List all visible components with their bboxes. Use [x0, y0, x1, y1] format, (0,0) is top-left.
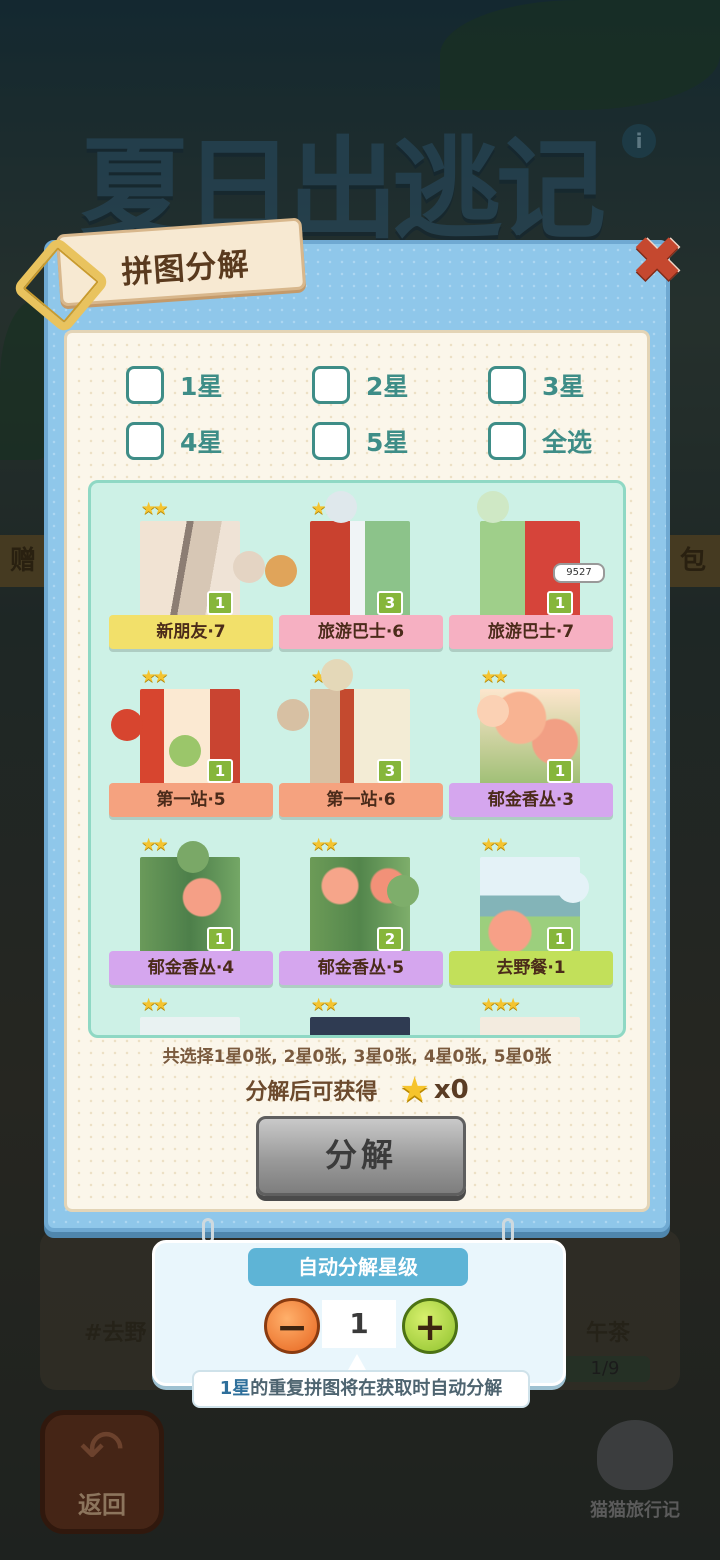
- star-rating-icon: ★★: [311, 995, 339, 1015]
- puzzle-piece[interactable]: ★★★: [433, 987, 603, 1035]
- piece-name-ribbon: 郁金香丛·3: [449, 783, 613, 817]
- cat-icon: [265, 555, 297, 587]
- puzzle-grid: ★★ 1 新朋友·7 ★★ 3 旅游巴士·6 ★★ 9527 1 旅游巴士·7 …: [88, 480, 626, 1038]
- puzzle-image: [140, 1017, 240, 1035]
- reward-label: 分解后可获得: [245, 1080, 378, 1105]
- auto-decompose-title: 自动分解星级: [248, 1248, 468, 1286]
- tooltip-arrow: [348, 1354, 366, 1370]
- filter-label: 5星: [366, 428, 409, 457]
- auto-decompose-hint: 1星的重复拼图将在获取时自动分解: [192, 1370, 530, 1408]
- puzzle-piece[interactable]: ★★: [93, 987, 263, 1035]
- filter-3-star[interactable]: 3星: [488, 366, 584, 404]
- count-badge: 1: [547, 759, 573, 783]
- count-badge: 2: [377, 927, 403, 951]
- star-icon: ★: [399, 1070, 430, 1110]
- count-badge: 1: [207, 591, 233, 615]
- hint-highlight: 1星: [219, 1378, 251, 1399]
- decompose-button[interactable]: 分解: [256, 1116, 466, 1196]
- filter-4-star[interactable]: 4星: [126, 422, 222, 460]
- filter-label: 3星: [542, 372, 585, 401]
- piece-name-ribbon: 郁金香丛·4: [109, 951, 273, 985]
- filter-select-all[interactable]: 全选: [488, 422, 592, 460]
- puzzle-image: [480, 1017, 580, 1035]
- star-rating-icon: ★★: [481, 835, 509, 855]
- puzzle-piece[interactable]: ★★ 1 第一站·5: [93, 659, 273, 819]
- count-badge: 1: [207, 759, 233, 783]
- puzzle-piece[interactable]: ★★ 3 旅游巴士·6: [263, 491, 443, 651]
- puzzle-piece[interactable]: ★★: [263, 987, 433, 1035]
- piece-name-ribbon: 旅游巴士·6: [279, 615, 443, 649]
- count-badge: 1: [207, 927, 233, 951]
- filter-label: 4星: [180, 428, 223, 457]
- reward-row: 分解后可获得 ★ x0: [64, 1070, 650, 1110]
- piece-name-ribbon: 第一站·5: [109, 783, 273, 817]
- filter-label: 2星: [366, 372, 409, 401]
- puzzle-piece[interactable]: ★★ 1 去野餐·1: [433, 827, 613, 987]
- star-rating-icon: ★★: [141, 499, 169, 519]
- filter-label: 1星: [180, 372, 223, 401]
- star-rating-icon: ★★: [141, 667, 169, 687]
- star-rating-icon: ★★: [141, 995, 169, 1015]
- close-button[interactable]: ✖: [630, 229, 684, 293]
- filter-5-star[interactable]: 5星: [312, 422, 408, 460]
- decrease-button[interactable]: −: [264, 1298, 320, 1354]
- puzzle-piece[interactable]: ★★ 9527 1 旅游巴士·7: [433, 491, 613, 651]
- checkbox[interactable]: [126, 366, 164, 404]
- modal-title: 拼图分解: [120, 246, 251, 292]
- checkbox[interactable]: [488, 422, 526, 460]
- star-rating-icon: ★★: [481, 667, 509, 687]
- star-rating-icon: ★★: [141, 835, 169, 855]
- piece-name-ribbon: 去野餐·1: [449, 951, 613, 985]
- checkbox[interactable]: [126, 422, 164, 460]
- puzzle-piece[interactable]: ★★ 3 第一站·6: [263, 659, 443, 819]
- reward-count: x0: [433, 1075, 469, 1105]
- count-badge: 3: [377, 591, 403, 615]
- hint-text: 的重复拼图将在获取时自动分解: [250, 1378, 503, 1399]
- piece-name-ribbon: 新朋友·7: [109, 615, 273, 649]
- piece-name-ribbon: 郁金香丛·5: [279, 951, 443, 985]
- count-badge: 1: [547, 591, 573, 615]
- star-rating-icon: ★★: [311, 835, 339, 855]
- bus-plate: 9527: [553, 563, 605, 583]
- puzzle-piece[interactable]: ★★ 1 郁金香丛·3: [433, 659, 613, 819]
- increase-button[interactable]: +: [402, 1298, 458, 1354]
- filter-label: 全选: [542, 428, 593, 457]
- selection-summary: 共选择1星0张, 2星0张, 3星0张, 4星0张, 5星0张: [162, 1047, 552, 1067]
- checkbox[interactable]: [312, 422, 350, 460]
- puzzle-piece[interactable]: ★★ 1 新朋友·7: [93, 491, 273, 651]
- checkbox[interactable]: [488, 366, 526, 404]
- star-level-value: 1: [322, 1300, 396, 1348]
- star-rating-icon: ★★★: [481, 995, 521, 1015]
- puzzle-image: [310, 1017, 410, 1035]
- filter-1-star[interactable]: 1星: [126, 366, 222, 404]
- puzzle-piece[interactable]: ★★ 1 郁金香丛·4: [93, 827, 273, 987]
- piece-name-ribbon: 旅游巴士·7: [449, 615, 613, 649]
- filter-2-star[interactable]: 2星: [312, 366, 408, 404]
- count-badge: 1: [547, 927, 573, 951]
- puzzle-piece[interactable]: ★★ 2 郁金香丛·5: [263, 827, 443, 987]
- piece-name-ribbon: 第一站·6: [279, 783, 443, 817]
- count-badge: 3: [377, 759, 403, 783]
- checkbox[interactable]: [312, 366, 350, 404]
